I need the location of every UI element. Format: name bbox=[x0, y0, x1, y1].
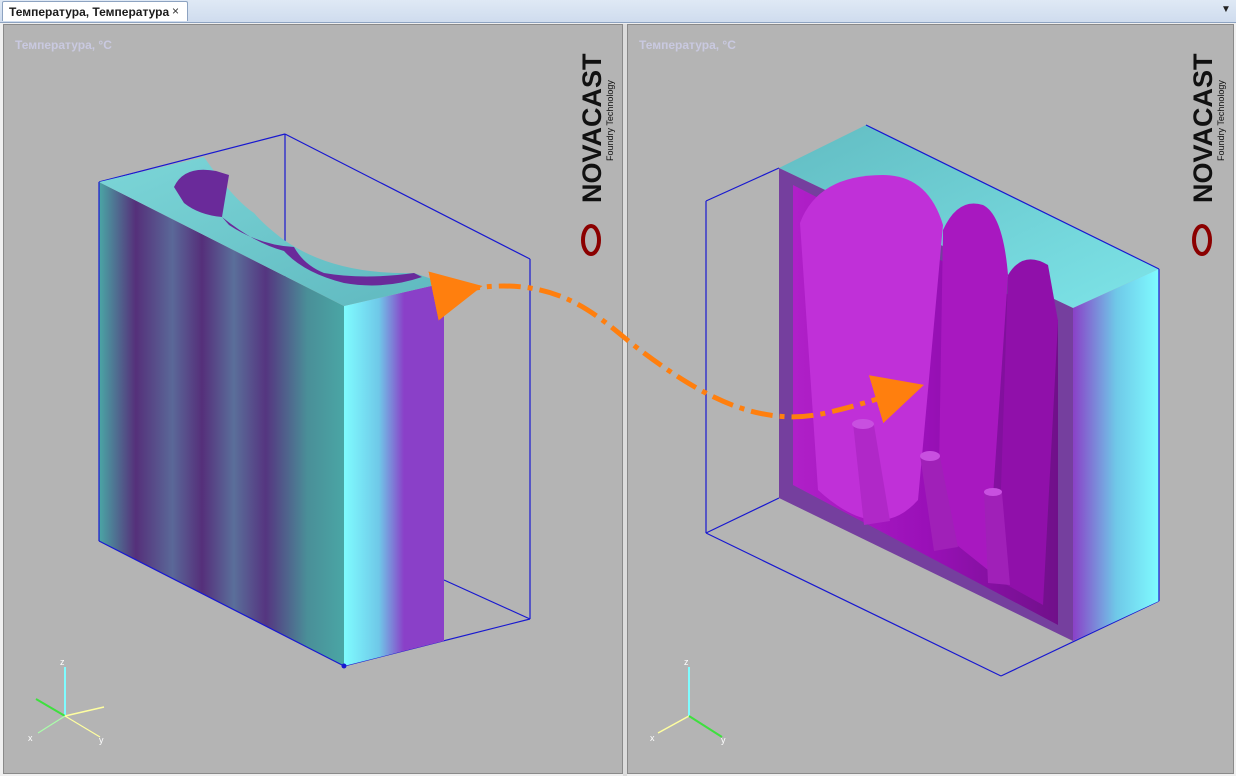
comparison-arrow bbox=[428, 271, 924, 424]
